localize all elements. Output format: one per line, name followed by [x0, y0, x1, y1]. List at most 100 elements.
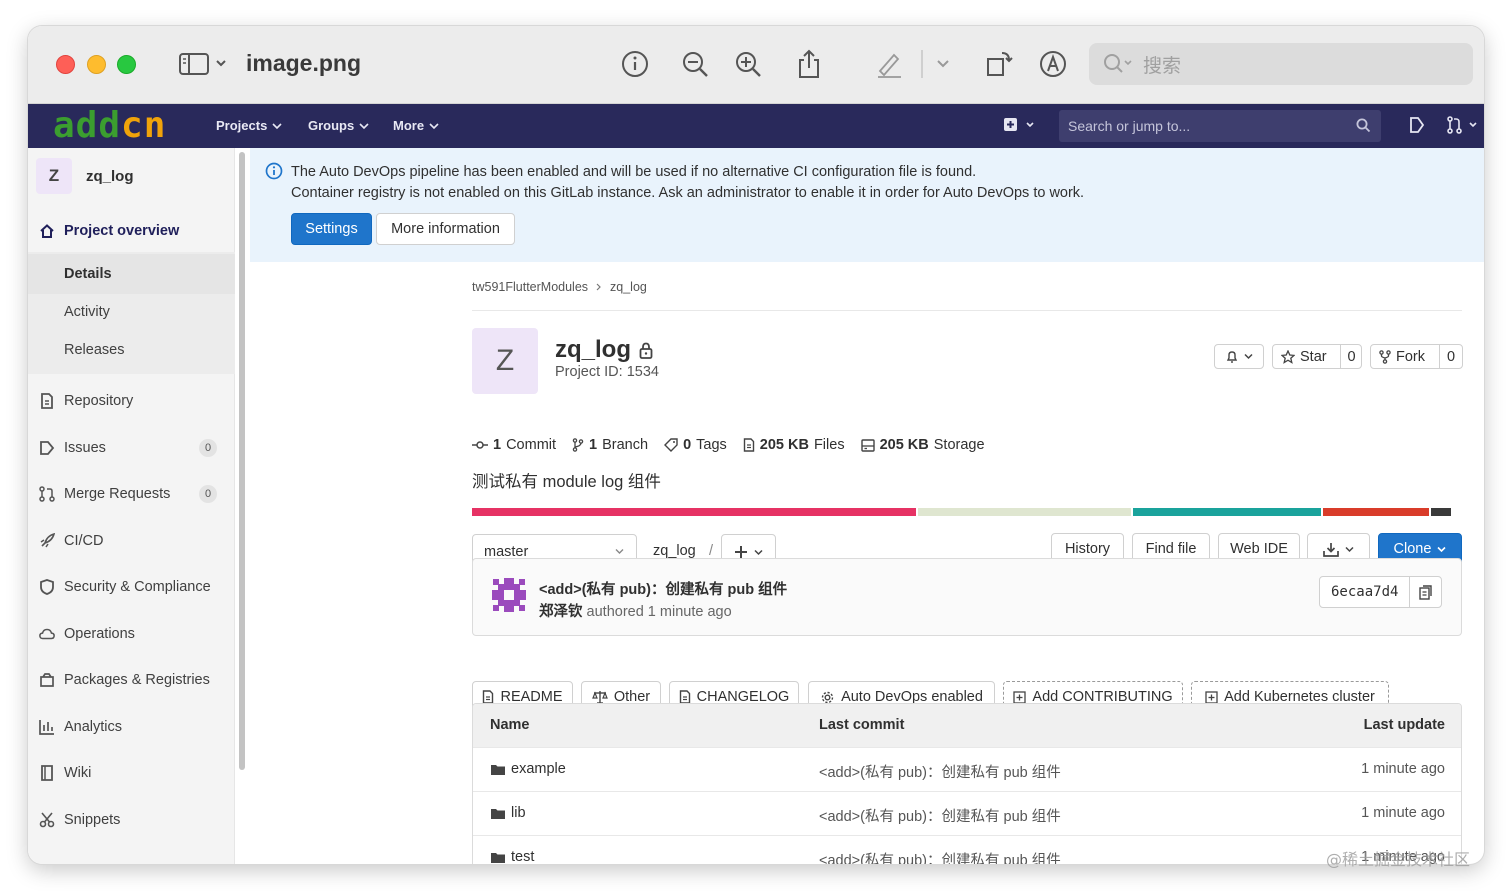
commit-sha[interactable]: 6ecaa7d4 [1320, 577, 1409, 607]
chevron-down-icon[interactable] [933, 48, 953, 80]
search-icon [1356, 118, 1371, 133]
nav-groups[interactable]: Groups [308, 118, 369, 133]
path-separator: / [709, 543, 714, 559]
sidebar-item-ci-cd[interactable]: CI/CD [28, 521, 235, 561]
file-name-cell[interactable]: example [490, 761, 566, 777]
nav-search-input[interactable]: Search or jump to... [1059, 110, 1381, 142]
sidebar-item-project-overview[interactable]: Project overview [28, 211, 235, 251]
table-row[interactable]: lib <add>(私有 pub)：创建私有 pub 组件 1 minute a… [473, 792, 1461, 836]
notification-dropdown[interactable] [1214, 344, 1264, 369]
copy-icon[interactable] [1409, 577, 1441, 607]
sidebar-item-packages[interactable]: Packages & Registries [28, 660, 235, 700]
markup-pen-icon[interactable] [874, 48, 904, 80]
window-search-field[interactable]: 搜索 [1089, 43, 1473, 85]
stat-value: 205 KB [879, 437, 929, 453]
file-name-cell[interactable]: lib [490, 805, 526, 821]
window-titlebar: image.png 搜索 [28, 26, 1484, 104]
stat-tags[interactable]: 0 Tags [664, 437, 727, 453]
nav-more[interactable]: More [393, 118, 439, 133]
sidebar-item-label: Merge Requests [64, 486, 171, 502]
watermark-text: @稀土掘金技术社区 [1326, 850, 1471, 869]
sidebar-item-issues[interactable]: Issues 0 [28, 428, 235, 468]
star-button[interactable]: Star 0 [1272, 344, 1362, 369]
tag-icon [664, 438, 678, 452]
nav-projects-label: Projects [216, 118, 268, 133]
sidebar-item-releases[interactable]: Releases [28, 330, 235, 370]
sidebar-scrollbar[interactable] [239, 152, 245, 770]
repository-language-bar[interactable] [472, 508, 1456, 516]
header-last-update: Last update [1363, 717, 1445, 733]
sidebar-project-name: zq_log [86, 167, 134, 185]
commit-icon [472, 441, 488, 449]
stat-value: 205 KB [759, 437, 809, 453]
sidebar-item-label: Packages & Registries [64, 672, 210, 688]
markup-icon[interactable] [1038, 48, 1068, 80]
rocket-icon [39, 533, 55, 549]
zoom-in-icon[interactable] [733, 48, 763, 80]
breadcrumb-group[interactable]: tw591FlutterModules [472, 280, 588, 294]
sidebar-item-repository[interactable]: Repository [28, 381, 235, 421]
close-window-button[interactable] [56, 55, 75, 74]
file-name-cell[interactable]: test [490, 849, 534, 864]
addcn-logo[interactable]: addcn [53, 106, 166, 146]
stat-value: 0 [683, 437, 692, 453]
new-item-dropdown[interactable] [1003, 116, 1037, 139]
project-stats: 1 Commit 1 Branch 0 Tags 205 KB Files 205 KB… [472, 437, 985, 453]
nav-projects[interactable]: Projects [216, 118, 282, 133]
language-segment[interactable] [1430, 508, 1452, 516]
sidebar-item-operations[interactable]: Operations [28, 614, 235, 654]
table-row[interactable]: example <add>(私有 pub)：创建私有 pub 组件 1 minu… [473, 748, 1461, 792]
stat-files[interactable]: 205 KB Files [743, 437, 845, 453]
merge-request-nav-icon[interactable] [1446, 116, 1482, 139]
sidebar-item-snippets[interactable]: Snippets [28, 800, 235, 840]
sidebar-item-wiki[interactable]: Wiki [28, 753, 235, 793]
commit-author-line: 郑泽钦 authored 1 minute ago [539, 600, 732, 621]
nav-groups-label: Groups [308, 118, 355, 133]
file-name: example [511, 761, 566, 777]
settings-button[interactable]: Settings [291, 213, 372, 245]
fork-button[interactable]: Fork 0 [1370, 344, 1463, 369]
sidebar-item-label: Issues [64, 440, 106, 456]
zoom-out-icon[interactable] [680, 48, 710, 80]
stat-commits[interactable]: 1 Commit [472, 437, 556, 453]
sidebar-toggle-icon[interactable] [176, 48, 232, 80]
sidebar-item-activity[interactable]: Activity [28, 292, 235, 332]
stat-storage[interactable]: 205 KB Storage [860, 437, 985, 453]
commit-author[interactable]: 郑泽钦 [539, 604, 583, 620]
zoom-window-button[interactable] [117, 55, 136, 74]
language-segment[interactable] [1323, 508, 1429, 516]
sidebar-project-header[interactable]: Z zq_log [36, 158, 134, 194]
sidebar-item-label: Releases [64, 342, 125, 358]
fork-icon [1379, 349, 1391, 364]
info-icon [265, 162, 283, 185]
file-last-commit[interactable]: <add>(私有 pub)：创建私有 pub 组件 [819, 849, 1061, 864]
chevron-down-icon [272, 122, 282, 129]
file-last-commit[interactable]: <add>(私有 pub)：创建私有 pub 组件 [819, 805, 1061, 826]
folder-icon [491, 852, 505, 863]
table-row[interactable]: test <add>(私有 pub)：创建私有 pub 组件 1 minute … [473, 836, 1461, 864]
doc-icon [39, 393, 55, 409]
sidebar-item-details[interactable]: Details [28, 254, 235, 294]
sidebar-item-merge-requests[interactable]: Merge Requests 0 [28, 474, 235, 514]
issues-nav-icon[interactable] [1408, 116, 1426, 139]
minimize-window-button[interactable] [87, 55, 106, 74]
author-avatar[interactable] [489, 575, 529, 615]
file-last-update: 1 minute ago [1361, 805, 1445, 821]
commit-sha-group: 6ecaa7d4 [1319, 576, 1443, 608]
language-segment[interactable] [1132, 508, 1322, 516]
share-icon[interactable] [794, 48, 824, 80]
stat-branches[interactable]: 1 Branch [572, 437, 648, 453]
sidebar-item-security[interactable]: Security & Compliance [28, 567, 235, 607]
commit-title[interactable]: <add>(私有 pub)：创建私有 pub 组件 [539, 578, 787, 599]
header-name: Name [490, 717, 530, 733]
rotate-icon[interactable] [984, 48, 1014, 80]
more-information-button[interactable]: More information [376, 213, 515, 245]
file-last-commit[interactable]: <add>(私有 pub)：创建私有 pub 组件 [819, 761, 1061, 782]
language-segment[interactable] [918, 508, 1131, 516]
sidebar-item-analytics[interactable]: Analytics [28, 707, 235, 747]
commit-time: authored 1 minute ago [586, 604, 732, 620]
info-icon[interactable] [620, 48, 650, 80]
repo-path[interactable]: zq_log [653, 543, 696, 559]
language-segment[interactable] [472, 508, 917, 516]
breadcrumb-project[interactable]: zq_log [610, 280, 647, 294]
